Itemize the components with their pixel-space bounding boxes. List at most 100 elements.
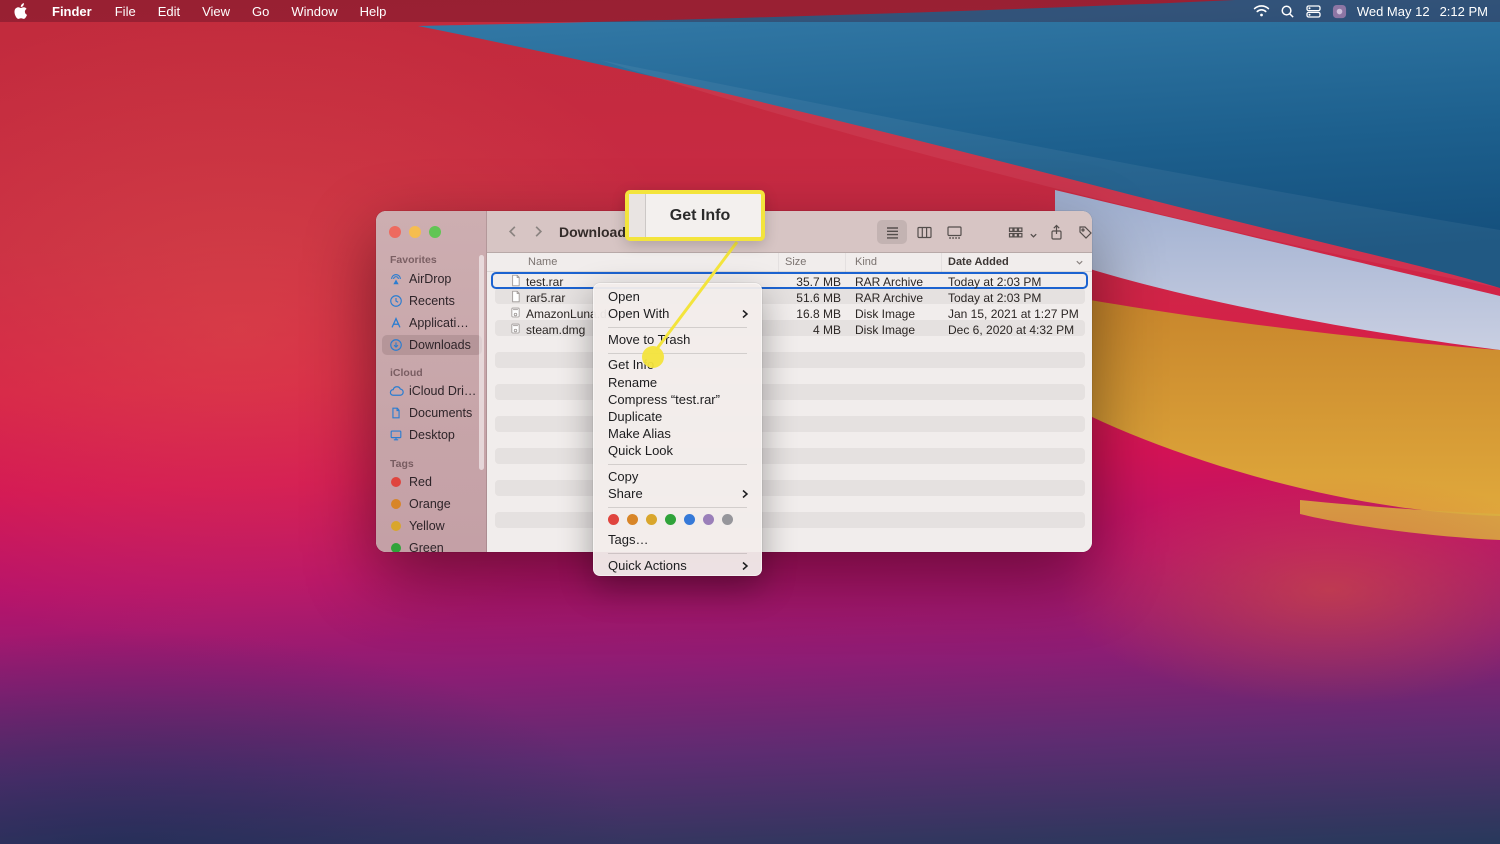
- menu-bar: Finder File Edit View Go Window Help Wed…: [0, 0, 1500, 22]
- sort-chevron-icon[interactable]: [1075, 258, 1084, 270]
- group-chevron-icon[interactable]: [1029, 227, 1038, 245]
- menu-item-duplicate[interactable]: Duplicate: [600, 408, 755, 425]
- applications-icon: [388, 315, 404, 331]
- menu-item-tags[interactable]: Tags…: [600, 531, 755, 548]
- column-view-button[interactable]: [909, 220, 939, 244]
- menu-item-open-with[interactable]: Open With: [600, 305, 755, 322]
- clock-icon: [388, 293, 404, 309]
- sidebar-item-label: Recents: [409, 294, 455, 308]
- column-header-size[interactable]: Size: [785, 256, 806, 268]
- airdrop-icon: [388, 271, 404, 287]
- file-name: rar5.rar: [526, 290, 566, 305]
- window-main: Downloads Name Size Kind Date Added test…: [487, 211, 1092, 552]
- purple-tag-swatch[interactable]: [703, 513, 714, 525]
- menu-bar-clock[interactable]: Wed May 12 2:12 PM: [1357, 4, 1488, 19]
- column-header-name[interactable]: Name: [528, 256, 557, 268]
- menu-item-open[interactable]: Open: [600, 288, 755, 305]
- sidebar-item-tag-red[interactable]: Red: [382, 472, 482, 492]
- menu-separator: [608, 353, 747, 354]
- wifi-icon[interactable]: [1253, 3, 1270, 20]
- green-tag-swatch[interactable]: [665, 513, 676, 525]
- orange-tag-swatch[interactable]: [627, 513, 638, 525]
- yellow-tag-icon: [391, 521, 401, 531]
- disk-image-icon: [511, 307, 520, 318]
- column-header-kind[interactable]: Kind: [855, 256, 877, 268]
- close-button[interactable]: [389, 226, 401, 238]
- column-header-date-added[interactable]: Date Added: [948, 256, 1009, 268]
- menu-view[interactable]: View: [191, 0, 241, 22]
- menu-separator: [608, 507, 747, 508]
- table-row[interactable]: AmazonLuna.d… 16.8 MB Disk Image Jan 15,…: [487, 305, 1092, 321]
- status-app-icon[interactable]: [1331, 3, 1348, 20]
- menu-help[interactable]: Help: [349, 0, 398, 22]
- sidebar-item-desktop[interactable]: Desktop: [382, 425, 482, 445]
- zoom-button[interactable]: [429, 226, 441, 238]
- menu-item-share[interactable]: Share: [600, 485, 755, 502]
- sidebar-item-label: AirDrop: [409, 272, 452, 286]
- spotlight-icon[interactable]: [1279, 3, 1296, 20]
- sidebar-item-label: Documents: [409, 406, 473, 420]
- file-date-added: Today at 2:03 PM: [948, 290, 1042, 305]
- menu-item-compress[interactable]: Compress “test.rar”: [600, 391, 755, 408]
- display-stack-icon[interactable]: [1305, 3, 1322, 20]
- menu-go[interactable]: Go: [241, 0, 280, 22]
- sidebar-scrollbar[interactable]: [479, 255, 484, 470]
- sidebar-item-documents[interactable]: Documents: [382, 403, 482, 423]
- sidebar-item-applications[interactable]: Applicati…: [382, 313, 482, 333]
- file-size: 51.6 MB: [796, 290, 841, 305]
- get-info-callout: Get Info: [625, 190, 765, 241]
- rar-file-icon: [512, 274, 520, 287]
- minimize-button[interactable]: [409, 226, 421, 238]
- sidebar-item-tag-orange[interactable]: Orange: [382, 494, 482, 514]
- menu-item-quick-look[interactable]: Quick Look: [600, 442, 755, 459]
- disk-image-icon: [511, 323, 520, 334]
- group-button[interactable]: [1000, 220, 1030, 244]
- tags-button[interactable]: [1070, 220, 1092, 244]
- forward-button[interactable]: [525, 219, 551, 245]
- menu-item-label: Quick Actions: [608, 558, 687, 573]
- sidebar-item-tag-yellow[interactable]: Yellow: [382, 516, 482, 536]
- menu-item-make-alias[interactable]: Make Alias: [600, 425, 755, 442]
- back-button[interactable]: [499, 219, 525, 245]
- file-kind: Disk Image: [855, 306, 916, 321]
- menu-item-get-info[interactable]: Get Info: [600, 356, 755, 373]
- sidebar-item-tag-green[interactable]: Green: [382, 538, 482, 552]
- table-row[interactable]: steam.dmg 4 MB Disk Image Dec 6, 2020 at…: [487, 321, 1092, 337]
- apple-menu[interactable]: [0, 0, 40, 22]
- file-kind: RAR Archive: [855, 290, 924, 305]
- sidebar-item-icloud-drive[interactable]: iCloud Dri…: [382, 381, 482, 401]
- file-name: test.rar: [526, 274, 564, 289]
- menu-window[interactable]: Window: [280, 0, 348, 22]
- file-size: 16.8 MB: [796, 306, 841, 321]
- sidebar-item-airdrop[interactable]: AirDrop: [382, 269, 482, 289]
- menu-item-label: Open With: [608, 306, 670, 321]
- gallery-view-button[interactable]: [939, 220, 969, 244]
- yellow-tag-swatch[interactable]: [646, 513, 657, 525]
- menu-finder[interactable]: Finder: [40, 0, 104, 22]
- file-list: test.rar 35.7 MB RAR Archive Today at 2:…: [487, 272, 1092, 552]
- share-button[interactable]: [1041, 220, 1071, 244]
- sidebar-item-downloads[interactable]: Downloads: [382, 335, 482, 355]
- red-tag-swatch[interactable]: [608, 513, 619, 525]
- list-header: Name Size Kind Date Added: [487, 253, 1092, 272]
- menu-item-quick-actions[interactable]: Quick Actions: [600, 557, 755, 574]
- sidebar-item-recents[interactable]: Applicati… Recents: [382, 291, 482, 311]
- gray-tag-swatch[interactable]: [722, 513, 733, 525]
- file-kind: Disk Image: [855, 322, 916, 337]
- red-tag-icon: [391, 477, 401, 487]
- table-row[interactable]: rar5.rar 51.6 MB RAR Archive Today at 2:…: [487, 289, 1092, 305]
- menu-item-copy[interactable]: Copy: [600, 468, 755, 485]
- clock-time: 2:12 PM: [1439, 3, 1488, 19]
- sidebar-section-icloud: iCloud: [390, 367, 423, 379]
- menu-item-rename[interactable]: Rename: [600, 374, 755, 391]
- menu-separator: [608, 553, 747, 554]
- sidebar-item-label: Downloads: [409, 338, 471, 352]
- menu-file[interactable]: File: [104, 0, 147, 22]
- menu-edit[interactable]: Edit: [147, 0, 191, 22]
- callout-left-strip: [629, 194, 646, 237]
- table-row[interactable]: test.rar 35.7 MB RAR Archive Today at 2:…: [487, 272, 1092, 289]
- menu-item-move-to-trash[interactable]: Move to Trash: [600, 331, 755, 348]
- downloads-icon: [388, 337, 404, 353]
- list-view-button[interactable]: [877, 220, 907, 244]
- blue-tag-swatch[interactable]: [684, 513, 695, 525]
